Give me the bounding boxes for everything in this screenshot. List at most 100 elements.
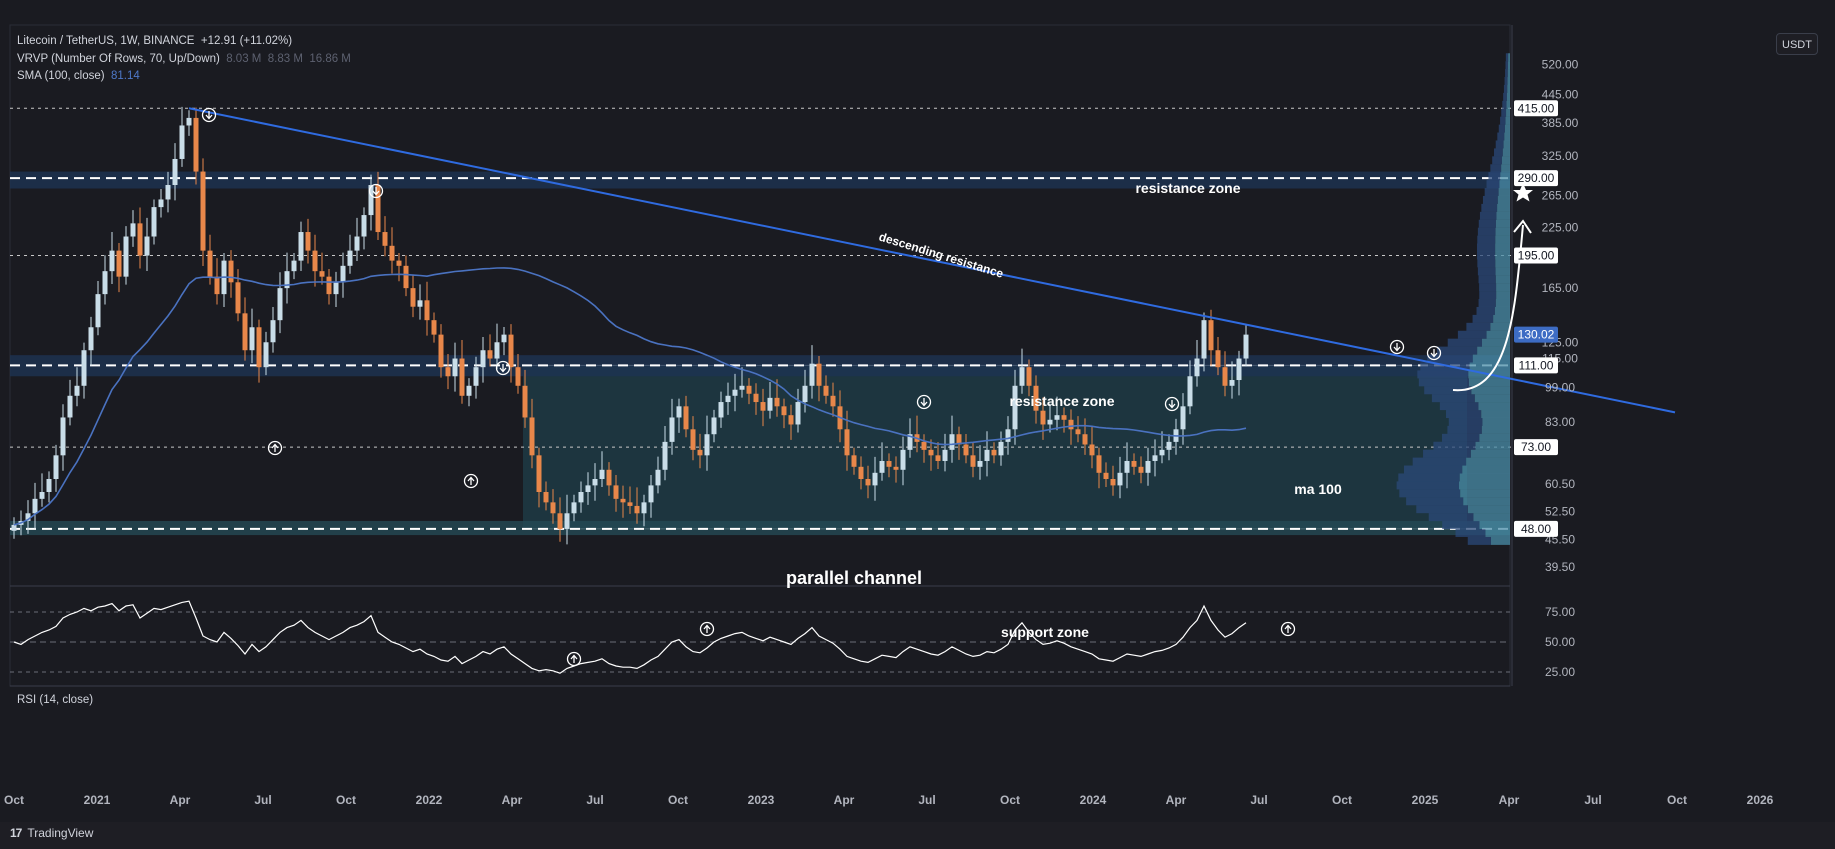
candle-body [74,385,80,396]
volume-bar-down [1484,188,1499,197]
candle-body [1145,460,1151,473]
candle-body [900,449,906,470]
candle-body [340,265,346,283]
candle-body [501,334,507,343]
candle-body [522,385,528,418]
candle-body [823,385,829,396]
time-tick-label: Apr [1499,793,1520,807]
candle-body [872,472,878,486]
candle-body [312,250,318,272]
volume-bar-up [1460,489,1510,498]
volume-bar-up [1468,378,1510,387]
candle-body [480,350,486,368]
candle-body [431,320,437,335]
candle-body [109,250,115,272]
candle-body [333,282,339,295]
volume-bar-down [1418,378,1469,387]
candle-body [389,245,395,261]
candle-body [88,327,94,351]
brand-name: TradingView [27,826,94,840]
candle-body [242,313,248,351]
candle-body [802,385,808,403]
rsi-legend[interactable]: RSI (14, close) [17,694,93,706]
candle-body [641,502,647,514]
volume-bar-up [1467,505,1510,514]
price-tick-label: 520.00 [1542,57,1579,71]
price-tag-label: 48.00 [1521,522,1551,536]
candle-body [1138,466,1144,473]
candle-body [655,469,661,486]
volume-bar-down [1503,84,1508,93]
volume-bar-up [1495,251,1510,260]
candle-body [452,358,458,377]
volume-bar-up [1495,299,1510,308]
volume-bar-down [1477,243,1496,252]
volume-bar-up [1495,235,1510,244]
candle-body [473,367,479,386]
volume-bar-down [1398,473,1460,482]
candle-body [781,406,787,416]
volume-bar-down [1482,195,1498,204]
volume-bar-down [1501,108,1507,117]
brand[interactable]: 17 TradingView [10,826,93,840]
volume-bar-down [1488,172,1501,181]
volume-bar-up [1498,188,1510,197]
volume-bar-up [1497,203,1510,212]
candle-body [1166,441,1172,450]
volume-bar-down [1466,322,1491,331]
currency-unit-button[interactable]: USDT [1776,33,1818,55]
rsi-tick-label: 25.00 [1545,665,1575,679]
time-tick-label: 2025 [1412,793,1439,807]
volume-bar-down [1494,148,1503,157]
candle-body [858,466,864,479]
candle-body [669,417,675,442]
candle-body [291,260,297,272]
volume-bar-down [1478,275,1496,284]
volume-bar-up [1495,275,1510,284]
candle-body [347,250,353,266]
candle-body [228,260,234,283]
volume-bar-down [1479,291,1497,300]
candle-body [1243,334,1249,359]
candle-body [606,469,612,486]
time-tick-label: Oct [668,793,688,807]
volume-bar-down [1446,410,1482,419]
legend-vrvp-row[interactable]: VRVP (Number Of Rows, 70, Up/Down) 8.03 … [17,51,351,69]
candle-body [1124,460,1130,473]
chart-legend: Litecoin / TetherUS, 1W, BINANCE +12.91 … [17,33,351,86]
chart-canvas[interactable]: resistance zonedescending resistanceresi… [0,0,1835,849]
candle-body [760,402,766,411]
candle-body [508,334,514,368]
legend-sma-row[interactable]: SMA (100, close) 81.14 [17,68,351,86]
volume-bar-up [1502,148,1510,157]
candle-body [998,441,1004,456]
candle-body [879,460,885,473]
volume-bar-down [1500,116,1506,125]
price-tick-label: 265.00 [1542,189,1579,203]
candle-body [739,385,745,390]
volume-bar-up [1495,243,1510,252]
candle-body [1040,410,1046,425]
candle-body [81,350,87,386]
volume-bar-down [1403,465,1463,474]
time-tick-label: Jul [1250,793,1267,807]
volume-bar-down [1448,417,1483,426]
candle-body [158,199,164,208]
volume-bar-up [1469,362,1510,371]
candle-body [795,402,801,425]
candle-body [354,236,360,251]
volume-bar-up [1463,497,1510,506]
candle-body [53,455,59,479]
volume-bar-down [1439,402,1479,411]
candle-body [1047,419,1053,425]
volume-bar-up [1458,481,1510,490]
volume-bar-up [1501,164,1510,173]
candle-body [613,485,619,499]
volume-bar-up [1507,84,1510,93]
legend-symbol-row[interactable]: Litecoin / TetherUS, 1W, BINANCE +12.91 … [17,33,351,51]
candle-body [865,478,871,486]
volume-bar-up [1493,314,1510,323]
price-tick-label: 325.00 [1542,149,1579,163]
candle-body [137,223,143,256]
candle-body [319,271,325,277]
